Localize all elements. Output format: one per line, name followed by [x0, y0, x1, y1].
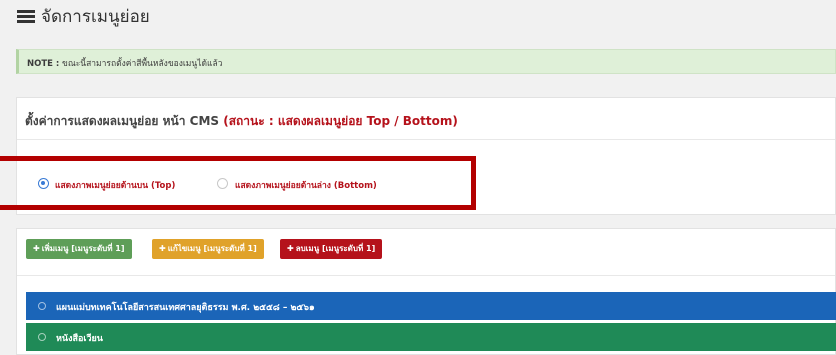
page-header: จัดการเมนูย่อย — [0, 0, 836, 36]
delete-menu-label: ลบเมนู [เมนูระดับที่ 1] — [295, 244, 376, 253]
note-message: ขณะนี้สามารถตั้งค่าสีพื้นหลังของเมนูได้แ… — [62, 59, 223, 69]
note-box: NOTE : ขณะนี้สามารถตั้งค่าสีพื้นหลังของเ… — [16, 49, 836, 74]
settings-status: (สถานะ : แสดงผลเมนูย่อย Top / Bottom) — [223, 114, 458, 128]
list-icon — [17, 10, 35, 24]
add-menu-label: เพิ่มเมนู [เมนูระดับที่ 1] — [41, 244, 125, 253]
menu-item-label: แผนแม่บทเทคโนโลยีสารสนเทศศาลยุติธรรม พ.ศ… — [56, 303, 315, 313]
plus-icon: ✚ — [287, 244, 294, 253]
note-text: NOTE : ขณะนี้สามารถตั้งค่าสีพื้นหลังของเ… — [27, 56, 222, 70]
plus-icon: ✚ — [159, 244, 166, 253]
page-title: จัดการเมนูย่อย — [41, 7, 150, 27]
menu-item-it-masterplan[interactable]: แผนแม่บทเทคโนโลยีสารสนเทศศาลยุติธรรม พ.ศ… — [26, 292, 836, 320]
note-label: NOTE : — [27, 59, 60, 69]
divider — [17, 139, 835, 140]
plus-icon: ✚ — [33, 244, 40, 253]
settings-title-text: ตั้งค่าการแสดงผลเมนูย่อย หน้า CMS — [25, 114, 220, 128]
menu-card: ✚ เพิ่มเมนู [เมนูระดับที่ 1] ✚ แก้ไขเมนู [… — [16, 228, 836, 355]
add-menu-button[interactable]: ✚ เพิ่มเมนู [เมนูระดับที่ 1] — [26, 239, 132, 259]
settings-title: ตั้งค่าการแสดงผลเมนูย่อย หน้า CMS (สถานะ… — [25, 112, 458, 131]
menu-item-label: หนังสือเวียน — [56, 334, 103, 344]
edit-menu-label: แก้ไขเมนู [เมนูระดับที่ 1] — [167, 244, 257, 253]
delete-menu-button[interactable]: ✚ ลบเมนู [เมนูระดับที่ 1] — [280, 239, 383, 259]
edit-menu-button[interactable]: ✚ แก้ไขเมนู [เมนูระดับที่ 1] — [152, 239, 264, 259]
highlight-annotation — [0, 156, 476, 210]
circle-icon — [38, 302, 46, 310]
menu-item-circular-letters[interactable]: หนังสือเวียน — [26, 323, 836, 351]
divider — [17, 275, 835, 276]
circle-icon — [38, 333, 46, 341]
